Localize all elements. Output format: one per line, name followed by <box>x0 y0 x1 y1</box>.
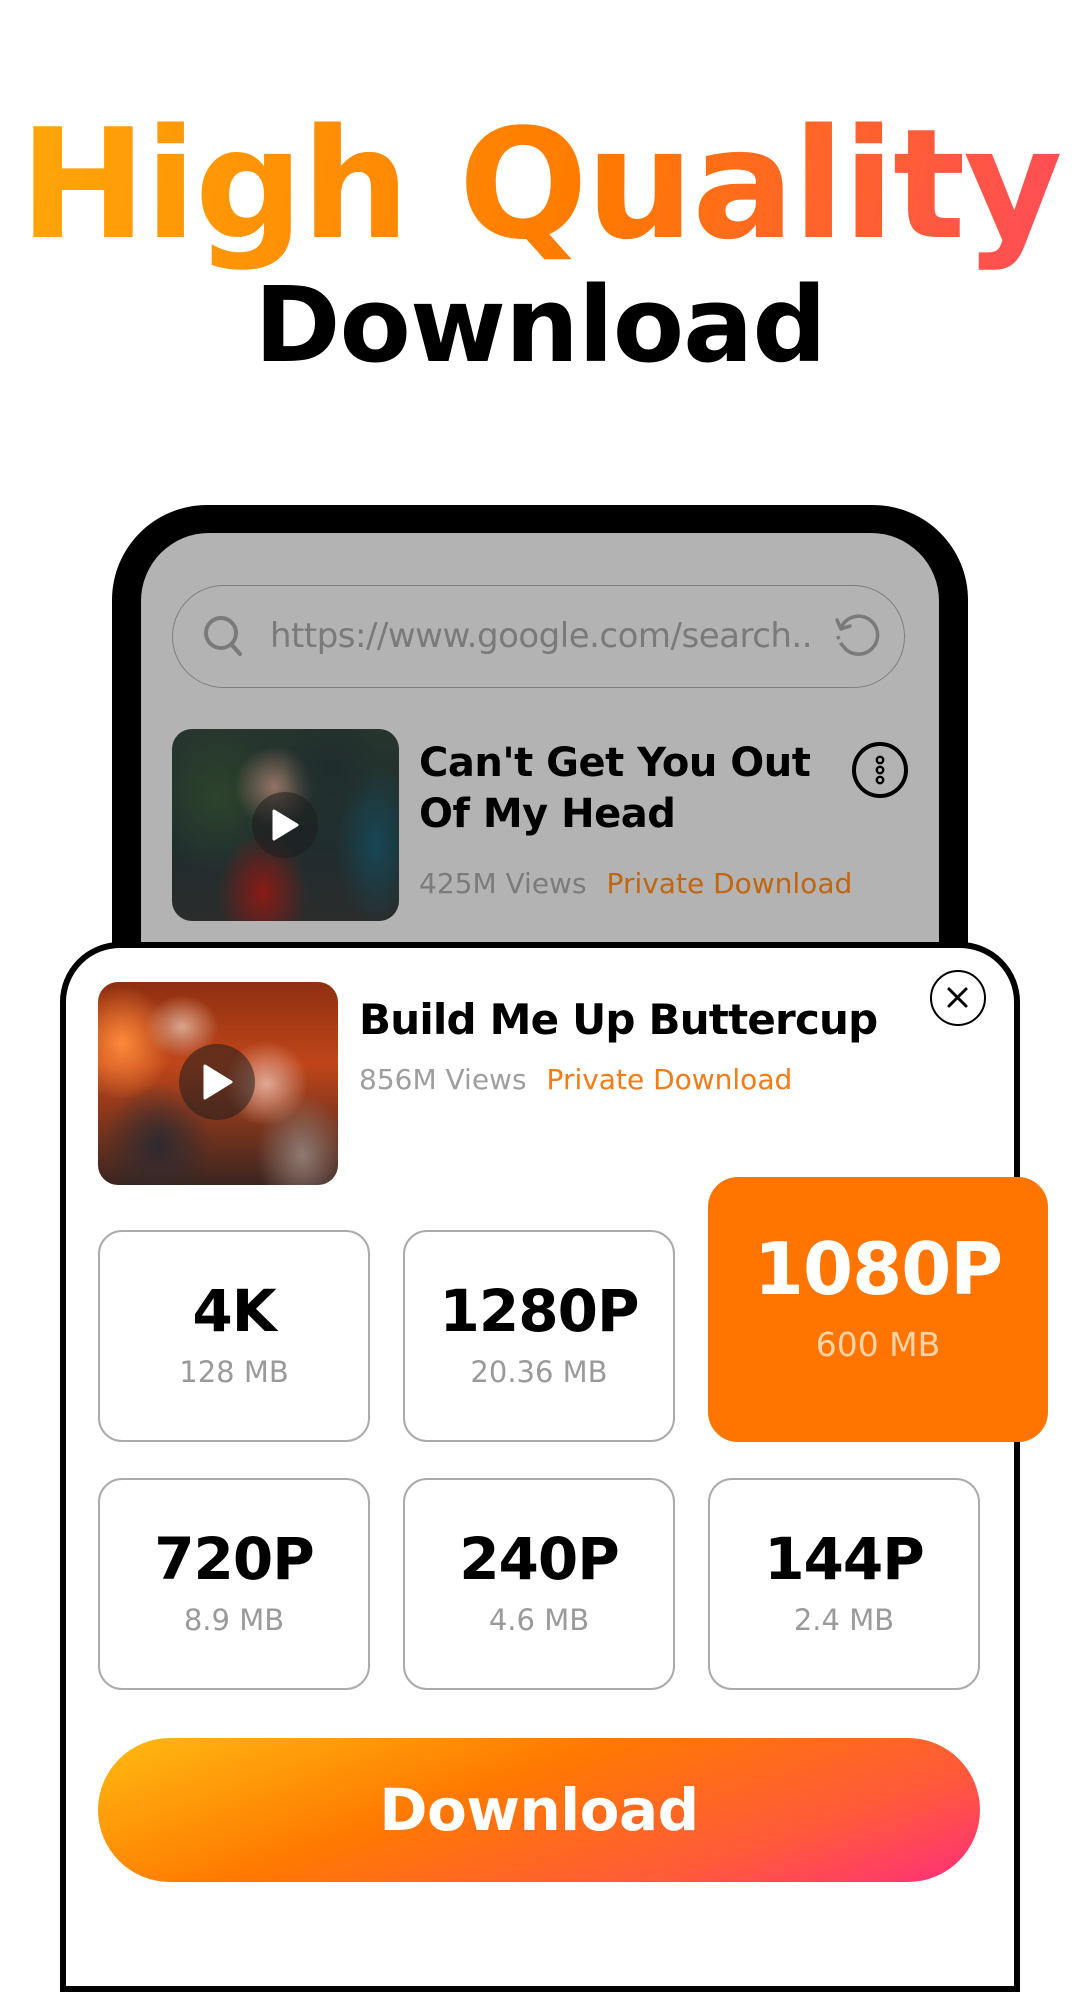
quality-file-size: 20.36 MB <box>470 1355 608 1389</box>
play-icon <box>203 1064 233 1100</box>
quality-file-size: 4.6 MB <box>488 1603 590 1637</box>
refresh-icon[interactable] <box>831 610 883 662</box>
private-download-link[interactable]: Private Download <box>607 867 853 900</box>
video-views: 425M Views <box>419 867 587 900</box>
close-icon <box>947 987 968 1008</box>
play-button[interactable] <box>252 792 318 858</box>
promo-headline: High Quality <box>0 100 1080 270</box>
search-icon <box>204 616 242 656</box>
more-options-button[interactable] <box>852 742 908 798</box>
quality-option[interactable]: 1280P 20.36 MB <box>403 1230 675 1442</box>
private-download-link[interactable]: Private Download <box>547 1063 793 1096</box>
sheet-video-views: 856M Views <box>359 1063 527 1096</box>
quality-file-size: 600 MB <box>815 1325 941 1364</box>
video-meta: 425M Views Private Download <box>419 866 852 902</box>
promo-subheadline: Download <box>254 264 827 386</box>
quality-label: 240P <box>459 1525 620 1593</box>
quality-option[interactable]: 1080P 600 MB <box>708 1177 1048 1442</box>
quality-option[interactable]: 240P 4.6 MB <box>403 1478 675 1690</box>
quality-label: 4K <box>192 1277 276 1345</box>
play-button[interactable] <box>179 1044 255 1120</box>
quality-label: 144P <box>764 1525 925 1593</box>
quality-file-size: 128 MB <box>179 1355 289 1389</box>
quality-label: 720P <box>154 1525 315 1593</box>
sheet-video-meta: 856M Views Private Download <box>359 1062 792 1098</box>
play-icon <box>272 809 299 841</box>
quality-option[interactable]: 720P 8.9 MB <box>98 1478 370 1690</box>
quality-file-size: 8.9 MB <box>183 1603 285 1637</box>
quality-option[interactable]: 144P 2.4 MB <box>708 1478 980 1690</box>
sheet-video-title: Build Me Up Buttercup <box>359 995 878 1044</box>
download-button[interactable]: Download <box>98 1738 980 1882</box>
video-title[interactable]: Can't Get You Out Of My Head <box>419 738 849 840</box>
quality-label: 1080P <box>753 1227 1003 1311</box>
quality-file-size: 2.4 MB <box>793 1603 895 1637</box>
close-button[interactable] <box>930 970 986 1026</box>
quality-option[interactable]: 4K 128 MB <box>98 1230 370 1442</box>
quality-label: 1280P <box>439 1277 640 1345</box>
url-input[interactable]: https://www.google.com/search.. <box>270 614 813 658</box>
more-vertical-icon <box>875 755 885 785</box>
